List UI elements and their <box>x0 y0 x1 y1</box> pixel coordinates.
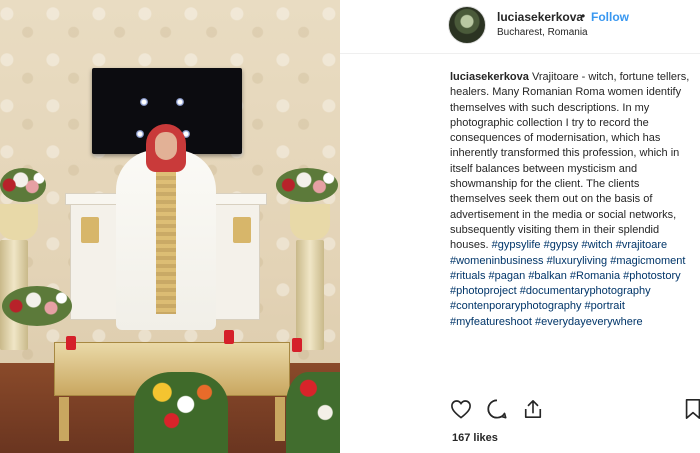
post-actions <box>340 396 700 426</box>
photo-flowers-right <box>276 168 338 202</box>
share-icon <box>524 400 542 418</box>
hashtag-link[interactable]: #womeninbusiness <box>450 255 544 267</box>
caption-author-link[interactable]: luciasekerkova <box>450 71 529 83</box>
post-panel: luciasekerkova • Follow Bucharest, Roman… <box>340 0 700 453</box>
avatar[interactable] <box>448 6 486 44</box>
comment-button[interactable] <box>484 396 510 422</box>
photo-flowers-lower-left <box>2 286 72 326</box>
comment-icon <box>487 399 507 419</box>
hashtag-link[interactable]: #photostory <box>623 270 680 282</box>
photo-flowers-bottom-right <box>286 372 340 453</box>
hashtag-link[interactable]: #contenporaryphotography <box>450 300 581 312</box>
photo-candle <box>292 338 302 352</box>
hashtag-link[interactable]: #myfeatureshoot <box>450 316 532 328</box>
post-header: luciasekerkova • Follow Bucharest, Roman… <box>340 0 700 54</box>
photo-flowers-left <box>0 168 46 202</box>
hashtag-link[interactable]: #gypsylife <box>492 239 541 251</box>
hashtag-link[interactable]: #magicmoment <box>610 255 685 267</box>
like-count[interactable]: 167 likes <box>452 432 498 444</box>
hashtag-link[interactable]: #rituals <box>450 270 485 282</box>
hashtag-link[interactable]: #Romania <box>570 270 620 282</box>
photo-dress-trim <box>156 164 176 314</box>
share-button[interactable] <box>520 396 546 422</box>
username-link[interactable]: luciasekerkova <box>497 10 583 24</box>
hashtag-link[interactable]: #portrait <box>585 300 625 312</box>
photo-candle <box>224 330 234 344</box>
bookmark-icon <box>685 399 700 419</box>
photo-candle <box>66 336 76 350</box>
hashtag-link[interactable]: #photoproject <box>450 285 517 297</box>
hashtag-link[interactable]: #pagan <box>489 270 526 282</box>
save-button[interactable] <box>680 396 700 422</box>
hashtag-list: #gypsylife #gypsy #witch #vrajitoare #wo… <box>450 239 685 327</box>
heart-icon <box>451 400 471 419</box>
hashtag-link[interactable]: #vrajitoare <box>616 239 667 251</box>
follow-button[interactable]: Follow <box>591 10 629 24</box>
hashtag-link[interactable]: #documentaryphotography <box>520 285 651 297</box>
photo-pillar-right <box>296 240 324 350</box>
separator-dot: • <box>581 9 586 23</box>
location-link[interactable]: Bucharest, Romania <box>497 27 588 38</box>
photo-vase-right <box>290 204 330 240</box>
hashtag-link[interactable]: #gypsy <box>544 239 579 251</box>
like-button[interactable] <box>448 396 474 422</box>
caption-text: Vrajitoare - witch, fortune tellers, hea… <box>450 71 690 252</box>
photo-vase-left <box>0 204 38 240</box>
hashtag-link[interactable]: #balkan <box>528 270 567 282</box>
hashtag-link[interactable]: #everydayeverywhere <box>535 316 643 328</box>
post-caption: luciasekerkova Vrajitoare - witch, fortu… <box>450 70 690 330</box>
hashtag-link[interactable]: #luxuryliving <box>547 255 608 267</box>
post-photo[interactable] <box>0 0 340 453</box>
photo-woman-face <box>155 132 177 160</box>
hashtag-link[interactable]: #witch <box>582 239 613 251</box>
photo-bouquet <box>134 372 228 453</box>
